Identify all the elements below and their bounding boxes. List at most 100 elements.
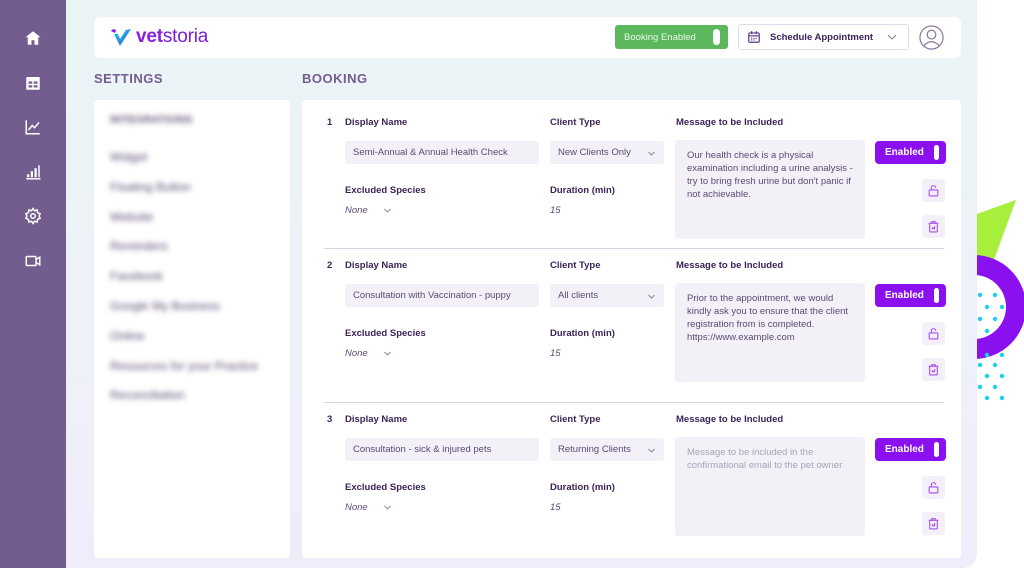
calendar-icon [26, 77, 40, 90]
settings-item[interactable]: Floating Button [110, 180, 258, 210]
chevron-down-icon [648, 294, 655, 299]
excluded-species-label: Excluded Species [345, 328, 426, 339]
client-type-label: Client Type [550, 260, 601, 271]
chevron-down-icon [648, 448, 655, 453]
user-avatar-icon[interactable] [919, 25, 944, 50]
unlock-button[interactable] [922, 476, 945, 499]
excluded-species-select[interactable]: None [345, 348, 392, 359]
excluded-species-select[interactable]: None [345, 205, 392, 216]
line-chart-icon [25, 120, 40, 135]
trash-icon [928, 364, 939, 376]
client-type-select[interactable]: All clients [550, 284, 664, 307]
delete-button[interactable] [922, 358, 945, 381]
excluded-species-value: None [345, 348, 368, 359]
app-window: vetstoria Booking Enabled Schedule Appoi… [0, 0, 977, 568]
chevron-down-icon [648, 151, 655, 156]
stage: vetstoria Booking Enabled Schedule Appoi… [0, 0, 1024, 568]
excluded-species-value: None [345, 502, 368, 513]
display-name-label: Display Name [345, 260, 408, 271]
unlock-button[interactable] [922, 322, 945, 345]
message-textarea[interactable]: Prior to the appointment, we would kindl… [675, 283, 865, 382]
message-textarea[interactable]: Our health check is a physical examinati… [675, 140, 865, 239]
settings-item[interactable]: Widget [110, 150, 258, 180]
row-divider [324, 248, 944, 249]
display-name-input[interactable]: Consultation - sick & injured pets [345, 438, 539, 461]
booking-enabled-toggle[interactable]: Booking Enabled [615, 25, 728, 49]
rail-item-settings[interactable] [21, 204, 45, 228]
chevron-down-icon [383, 351, 391, 356]
gear-icon [24, 207, 42, 225]
deco-purple-arc [974, 255, 1024, 359]
enabled-label: Enabled [885, 290, 924, 301]
duration-label: Duration (min) [550, 482, 615, 493]
settings-item[interactable]: Reconciliation [110, 388, 258, 418]
display-name-input[interactable]: Consultation with Vaccination - puppy [345, 284, 539, 307]
nav-rail [0, 0, 66, 568]
excluded-species-select[interactable]: None [345, 502, 392, 513]
message-label: Message to be Included [676, 260, 784, 271]
enabled-label: Enabled [885, 444, 924, 455]
rail-item-home[interactable] [21, 26, 45, 50]
unlock-icon [928, 482, 939, 494]
rail-item-video[interactable] [21, 249, 45, 273]
settings-item[interactable]: INTEGRATIONS [110, 114, 258, 150]
booking-row: 2 Display Name Client Type Message to be… [302, 243, 961, 388]
client-type-select[interactable]: New Clients Only [550, 141, 664, 164]
row-enabled-toggle[interactable]: Enabled [875, 284, 946, 307]
rail-item-calendar[interactable] [21, 71, 45, 95]
booking-title: BOOKING [302, 71, 368, 86]
deco-green-shape [974, 200, 1016, 265]
calendar-icon [748, 31, 760, 43]
delete-button[interactable] [922, 215, 945, 238]
duration-value[interactable]: 15 [550, 348, 561, 359]
client-type-value: All clients [558, 290, 599, 301]
row-divider [324, 402, 944, 403]
client-type-label: Client Type [550, 414, 601, 425]
rail-item-reports[interactable] [21, 160, 45, 184]
duration-value[interactable]: 15 [550, 502, 561, 513]
excluded-species-label: Excluded Species [345, 482, 426, 493]
rail-item-analytics[interactable] [21, 115, 45, 139]
video-icon [25, 255, 41, 267]
unlock-icon [928, 328, 939, 340]
unlock-icon [928, 185, 939, 197]
delete-button[interactable] [922, 512, 945, 535]
settings-item[interactable]: Facebook [110, 269, 258, 299]
row-enabled-toggle[interactable]: Enabled [875, 141, 946, 164]
settings-item[interactable]: Online [110, 329, 258, 359]
display-name-label: Display Name [345, 117, 408, 128]
booking-row: 3 Display Name Client Type Message to be… [302, 397, 961, 542]
row-number: 3 [327, 414, 333, 425]
unlock-button[interactable] [922, 179, 945, 202]
settings-item[interactable]: Reminders [110, 239, 258, 269]
client-type-label: Client Type [550, 117, 601, 128]
chevron-down-icon [383, 505, 391, 510]
client-type-value: Returning Clients [558, 444, 631, 455]
duration-label: Duration (min) [550, 328, 615, 339]
message-label: Message to be Included [676, 414, 784, 425]
chevron-down-icon [383, 208, 391, 213]
settings-item[interactable]: Website [110, 210, 258, 240]
duration-value[interactable]: 15 [550, 205, 561, 216]
schedule-appointment-dropdown[interactable]: Schedule Appointment [738, 24, 909, 50]
settings-item[interactable]: Google My Business [110, 299, 258, 329]
client-type-select[interactable]: Returning Clients [550, 438, 664, 461]
logo[interactable]: vetstoria [110, 26, 208, 48]
bar-chart-icon [26, 165, 41, 180]
message-textarea[interactable]: Message to be included in the confirmati… [675, 437, 865, 536]
excluded-species-label: Excluded Species [345, 185, 426, 196]
row-enabled-toggle[interactable]: Enabled [875, 438, 946, 461]
excluded-species-value: None [345, 205, 368, 216]
display-name-input[interactable]: Semi-Annual & Annual Health Check [345, 141, 539, 164]
booking-toggle-label: Booking Enabled [624, 31, 696, 43]
top-bar: vetstoria Booking Enabled Schedule Appoi… [94, 17, 961, 58]
duration-label: Duration (min) [550, 185, 615, 196]
settings-item[interactable]: Resources for your Practice [110, 359, 258, 389]
vetstoria-logo-icon [111, 29, 131, 46]
chevron-down-icon [887, 34, 897, 40]
display-name-label: Display Name [345, 414, 408, 425]
logo-text: vetstoria [136, 26, 209, 47]
trash-icon [928, 518, 939, 530]
settings-list: INTEGRATIONS Widget Floating Button Webs… [110, 114, 258, 418]
enabled-label: Enabled [885, 147, 924, 158]
